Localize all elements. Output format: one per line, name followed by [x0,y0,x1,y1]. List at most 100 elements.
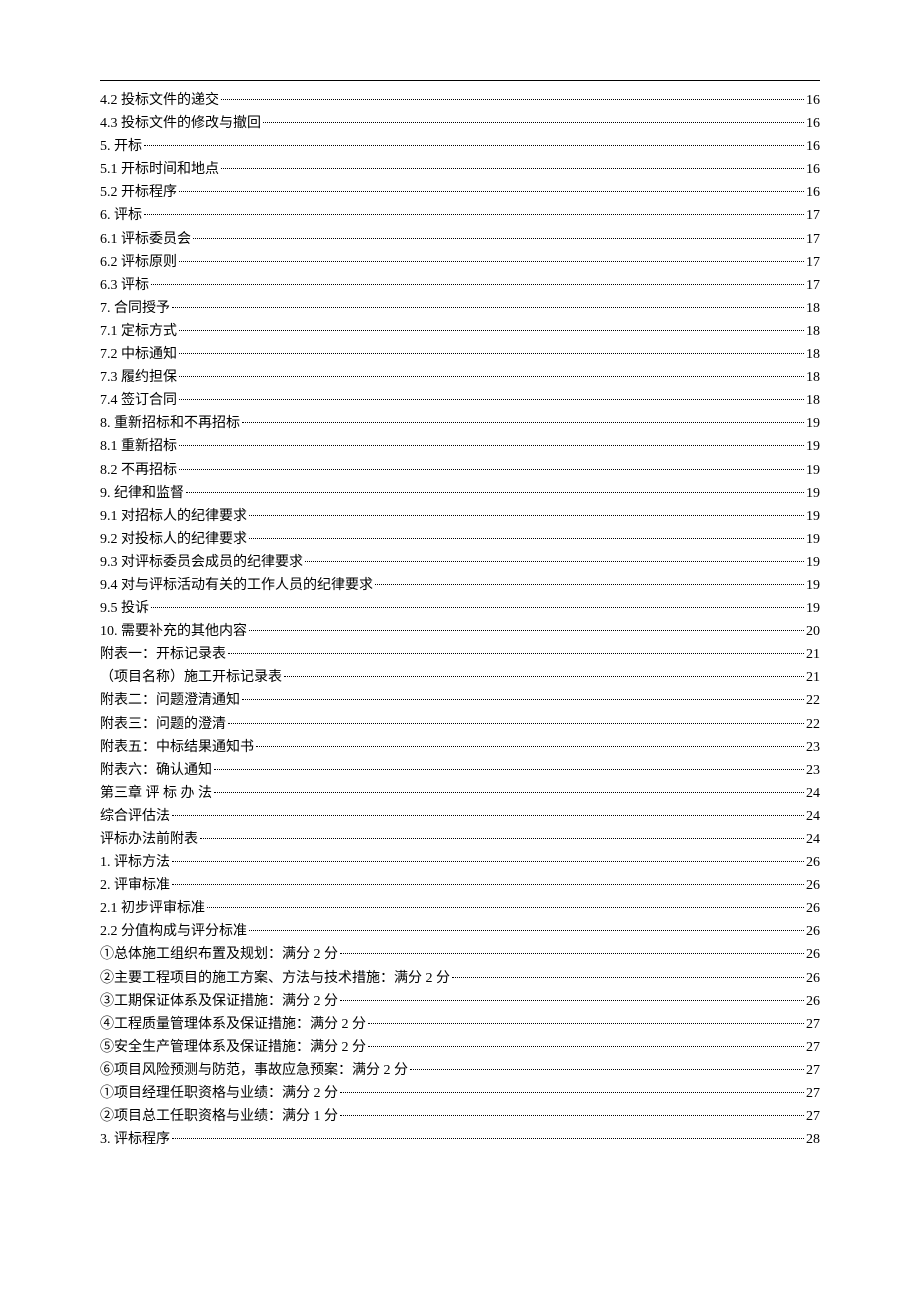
toc-entry: 2.2 分值构成与评分标准26 [100,920,820,943]
toc-leader-dots [340,1092,804,1093]
toc-entry-page: 26 [806,874,820,897]
toc-leader-dots [172,307,804,308]
toc-entry-page: 16 [806,158,820,181]
toc-entry-page: 27 [806,1013,820,1036]
toc-entry-label: 8.1 重新招标 [100,435,177,458]
toc-entry: 6.1 评标委员会17 [100,228,820,251]
toc-entry-label: 10. 需要补充的其他内容 [100,620,247,643]
toc-leader-dots [284,676,804,677]
toc-entry-label: （项目名称）施工开标记录表 [100,666,282,689]
toc-entry-page: 19 [806,574,820,597]
table-of-contents: 4.2 投标文件的递交164.3 投标文件的修改与撤回165. 开标165.1 … [100,80,820,1151]
toc-entry: 10. 需要补充的其他内容20 [100,620,820,643]
toc-entry-page: 18 [806,297,820,320]
toc-entry-page: 22 [806,713,820,736]
toc-leader-dots [179,445,804,446]
toc-entry-label: 9.1 对招标人的纪律要求 [100,505,247,528]
toc-entry-page: 16 [806,89,820,112]
toc-leader-dots [340,953,804,954]
toc-leader-dots [144,214,804,215]
toc-leader-dots [172,1138,804,1139]
toc-entry: ⑥项目风险预测与防范，事故应急预案：满分 2 分27 [100,1059,820,1082]
toc-entry: 附表六：确认通知23 [100,759,820,782]
toc-entry-label: 9.4 对与评标活动有关的工作人员的纪律要求 [100,574,373,597]
toc-entry-page: 22 [806,689,820,712]
toc-entry-label: 9.3 对评标委员会成员的纪律要求 [100,551,303,574]
toc-entry-page: 23 [806,759,820,782]
toc-entry-label: 9.5 投诉 [100,597,149,620]
toc-entry-page: 24 [806,828,820,851]
toc-leader-dots [214,792,804,793]
toc-entry: 附表三：问题的澄清22 [100,713,820,736]
toc-entry-label: ③工期保证体系及保证措施：满分 2 分 [100,990,338,1013]
toc-entry-page: 24 [806,782,820,805]
toc-entry-page: 26 [806,851,820,874]
toc-entry-label: 7. 合同授予 [100,297,170,320]
toc-entry-page: 16 [806,135,820,158]
toc-entry-label: 9. 纪律和监督 [100,482,184,505]
toc-entry-page: 16 [806,112,820,135]
toc-leader-dots [151,607,804,608]
toc-leader-dots [179,353,804,354]
toc-entry: ④工程质量管理体系及保证措施：满分 2 分27 [100,1013,820,1036]
toc-entry-label: ①总体施工组织布置及规划：满分 2 分 [100,943,338,966]
toc-entry-label: 7.3 履约担保 [100,366,177,389]
toc-leader-dots [368,1023,804,1024]
toc-entry-label: 9.2 对投标人的纪律要求 [100,528,247,551]
toc-entry: 6. 评标17 [100,204,820,227]
toc-entry-label: 附表二：问题澄清通知 [100,689,240,712]
toc-entry-page: 24 [806,805,820,828]
toc-entry: ①总体施工组织布置及规划：满分 2 分26 [100,943,820,966]
toc-entry-page: 28 [806,1128,820,1151]
toc-entry-label: 6.2 评标原则 [100,251,177,274]
toc-leader-dots [340,1115,804,1116]
toc-entry-page: 19 [806,505,820,528]
toc-leader-dots [242,422,804,423]
toc-entry-page: 18 [806,389,820,412]
toc-entry-label: 6.3 评标 [100,274,149,297]
toc-entry-page: 26 [806,990,820,1013]
toc-leader-dots [214,769,804,770]
toc-entry-page: 27 [806,1036,820,1059]
toc-entry-page: 18 [806,343,820,366]
toc-entry: ②项目总工任职资格与业绩：满分 1 分27 [100,1105,820,1128]
toc-entry-page: 19 [806,597,820,620]
toc-entry-label: 8.2 不再招标 [100,459,177,482]
toc-entry-label: 附表五：中标结果通知书 [100,736,254,759]
toc-leader-dots [200,838,804,839]
toc-entry-label: 7.2 中标通知 [100,343,177,366]
toc-entry-label: ⑤安全生产管理体系及保证措施：满分 2 分 [100,1036,366,1059]
toc-entry-label: ②项目总工任职资格与业绩：满分 1 分 [100,1105,338,1128]
toc-entry-label: 2.2 分值构成与评分标准 [100,920,247,943]
toc-entry: 附表五：中标结果通知书 23 [100,736,820,759]
toc-entry-page: 17 [806,251,820,274]
toc-entry: ③工期保证体系及保证措施：满分 2 分 26 [100,990,820,1013]
toc-entry-label: 6.1 评标委员会 [100,228,191,251]
toc-entry: 第三章 评 标 办 法24 [100,782,820,805]
toc-entry-label: 2. 评审标准 [100,874,170,897]
toc-entry-label: 2.1 初步评审标准 [100,897,205,920]
toc-entry-label: 3. 评标程序 [100,1128,170,1151]
toc-entry: 9.4 对与评标活动有关的工作人员的纪律要求 19 [100,574,820,597]
toc-entry-page: 17 [806,274,820,297]
toc-entry-page: 16 [806,181,820,204]
toc-entry-label: ②主要工程项目的施工方案、方法与技术措施：满分 2 分 [100,967,450,990]
toc-leader-dots [256,746,804,747]
toc-entry: 8.2 不再招标19 [100,459,820,482]
toc-entry: 8.1 重新招标19 [100,435,820,458]
toc-leader-dots [193,238,804,239]
toc-entry: 1. 评标方法 26 [100,851,820,874]
toc-entry-page: 19 [806,412,820,435]
toc-entry-label: 1. 评标方法 [100,851,170,874]
toc-leader-dots [228,723,804,724]
toc-leader-dots [179,330,804,331]
toc-entry: 附表二：问题澄清通知 22 [100,689,820,712]
toc-entry-page: 23 [806,736,820,759]
toc-leader-dots [249,630,804,631]
toc-entry-label: ①项目经理任职资格与业绩：满分 2 分 [100,1082,338,1105]
toc-leader-dots [172,861,804,862]
toc-entry: 9.1 对招标人的纪律要求 19 [100,505,820,528]
toc-entry: 综合评估法24 [100,805,820,828]
toc-leader-dots [340,1000,804,1001]
toc-entry: 附表一：开标记录表21 [100,643,820,666]
